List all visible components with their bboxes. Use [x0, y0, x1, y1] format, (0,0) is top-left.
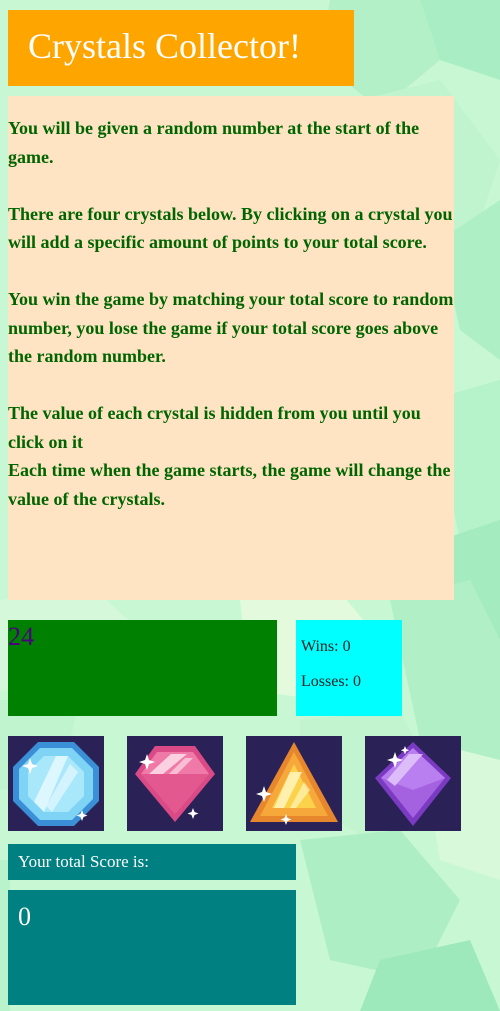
- pink-diamond-crystal-icon: [135, 746, 215, 822]
- random-number-value: 24: [8, 622, 34, 651]
- crystal-button-3[interactable]: [246, 736, 342, 831]
- total-score-display: 0: [8, 890, 296, 1005]
- wins-counter: Wins: 0: [301, 638, 351, 655]
- instruction-hidden-value: The value of each crystal is hidden from…: [8, 403, 421, 452]
- crystal-button-2[interactable]: [127, 736, 223, 831]
- total-score-value: 0: [18, 902, 31, 931]
- instructions-panel: You will be given a random number at the…: [8, 96, 454, 600]
- instruction-win-lose: You win the game by matching your total …: [8, 289, 454, 366]
- orange-triangle-crystal-icon: [250, 742, 338, 825]
- total-score-label: Your total Score is:: [8, 844, 296, 880]
- losses-counter: Losses: 0: [301, 673, 361, 690]
- instruction-crystals: There are four crystals below. By clicki…: [8, 203, 453, 253]
- random-number-display: 24: [8, 620, 277, 716]
- game-title: Crystals Collector!: [8, 10, 354, 86]
- purple-rhombus-crystal-icon: [375, 742, 451, 826]
- instruction-value-change: Each time when the game starts, the game…: [8, 460, 451, 509]
- blue-octagon-crystal-icon: [13, 742, 99, 826]
- stats-panel: Wins: 0 Losses: 0: [296, 620, 402, 716]
- crystal-button-4[interactable]: [365, 736, 461, 831]
- crystal-button-1[interactable]: [8, 736, 104, 831]
- instruction-random-number: You will be given a random number at the…: [8, 118, 420, 167]
